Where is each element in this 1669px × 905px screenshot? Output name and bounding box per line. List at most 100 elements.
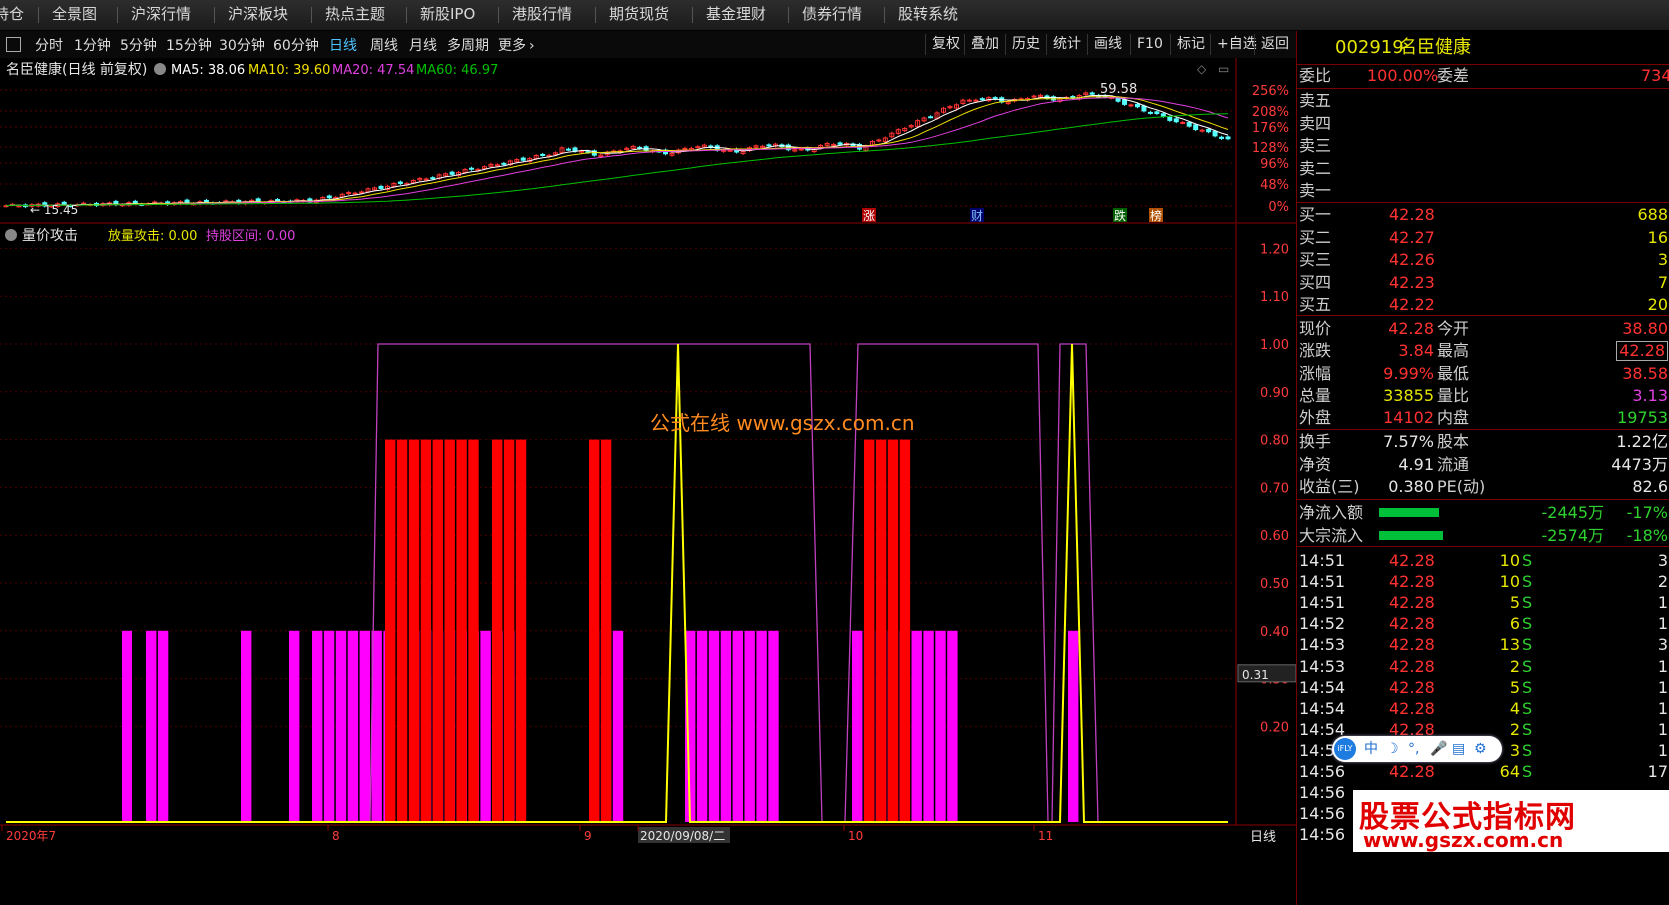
candle-body (449, 171, 455, 175)
gear-icon[interactable]: ⚙ (1474, 739, 1487, 759)
moon-icon[interactable]: ☽ (1386, 739, 1399, 759)
period-tab[interactable]: 30分钟 (219, 35, 265, 55)
nav-item[interactable]: 沪深行情 (131, 0, 191, 30)
x-axis-label: 9 (584, 829, 592, 843)
period-tab[interactable]: 5分钟 (120, 35, 157, 55)
candle-body (992, 97, 998, 100)
indicator-tick: 1.00 (1260, 338, 1289, 353)
period-tab[interactable]: 分时 (35, 35, 63, 55)
ask-label: 卖四 (1299, 113, 1332, 133)
bid-row[interactable]: 买三 42.26 3 (1297, 249, 1669, 271)
tool-button[interactable]: F10 (1130, 34, 1169, 55)
ask-row[interactable]: 卖五 (1297, 90, 1669, 112)
ime-floating-bar[interactable]: iFLY 中 ☽ °, 🎤 ▤ ⚙ (1332, 736, 1502, 762)
nav-item[interactable]: 新股IPO (420, 0, 475, 30)
tool-button[interactable]: 画线 (1087, 34, 1128, 55)
kline-panel[interactable]: 名臣健康(日线 前复权) MA5: 38.06 MA10: 39.60 MA20: 4… (0, 58, 1296, 224)
bid-price: 42.22 (1389, 295, 1435, 314)
settings-icon[interactable] (154, 63, 166, 75)
nav-item[interactable]: 持仓 (0, 0, 24, 30)
x-axis-label: 10 (848, 829, 863, 843)
nav-item[interactable]: 沪深板块 (228, 0, 288, 30)
diamond-icon[interactable]: ◇ (1197, 62, 1207, 76)
tool-button[interactable]: 标记 (1170, 34, 1211, 55)
bid-row[interactable]: 买一 42.28 688 (1297, 204, 1669, 226)
bid-label: 买二 (1299, 227, 1332, 247)
nav-item[interactable]: 港股行情 (512, 0, 572, 30)
candle-body (766, 144, 772, 147)
candle-body (837, 142, 843, 145)
period-label: 日线 (1250, 830, 1276, 845)
hold-bar (696, 630, 708, 822)
period-tab[interactable]: 多周期 (447, 35, 489, 55)
period-tab[interactable]: 更多 › (498, 35, 535, 55)
tick-price: 42.28 (1389, 614, 1435, 634)
tool-button[interactable]: 返回 (1254, 34, 1295, 55)
stat-value: 42.28 (1616, 341, 1668, 362)
hold-bar (480, 630, 491, 822)
tool-button[interactable]: 复权 (925, 34, 966, 55)
indicator-tick: 0.70 (1260, 481, 1289, 496)
candle-body (798, 148, 804, 151)
nav-item[interactable]: 债券行情 (802, 0, 862, 30)
ifly-logo-icon[interactable]: iFLY (1334, 738, 1356, 760)
nav-item[interactable]: 基金理财 (706, 0, 766, 30)
tick-price: 42.28 (1389, 677, 1435, 697)
punctuation-icon[interactable]: °, (1408, 739, 1419, 759)
tick-time: 14:52 (1299, 614, 1346, 634)
chinese-mode-icon[interactable]: 中 (1364, 739, 1378, 759)
nav-item[interactable]: 股转系统 (898, 0, 958, 30)
ma-legend: MA10: 39.60 (248, 63, 330, 78)
attack-bar (503, 439, 515, 822)
bid-volume: 3 (1657, 250, 1668, 269)
period-tab[interactable]: 周线 (370, 35, 398, 55)
event-marker-label: 财 (971, 209, 983, 223)
watermark-url: www.gszx.com.cn (1363, 828, 1564, 852)
tick-price: 42.28 (1389, 572, 1435, 592)
ask-row[interactable]: 卖四 (1297, 113, 1669, 135)
fund-row: 收益(三) 0.380 PE(动) 82.6 (1297, 476, 1669, 498)
tool-button[interactable]: 历史 (1005, 34, 1046, 55)
stat-label: 今开 (1437, 319, 1470, 338)
bid-row[interactable]: 买二 42.27 16 (1297, 227, 1669, 249)
sidebar-toggle-icon[interactable] (6, 37, 21, 52)
tick-side: S (1522, 740, 1533, 760)
ask-row[interactable]: 卖二 (1297, 158, 1669, 180)
period-tab[interactable]: 60分钟 (273, 35, 319, 55)
tick-volume: 64 (1499, 762, 1520, 781)
tick-side: S (1522, 677, 1533, 697)
microphone-icon[interactable]: 🎤 (1430, 739, 1447, 759)
flow-bar (1379, 530, 1443, 540)
tick-time: 14:53 (1299, 635, 1346, 655)
hold-bar (347, 630, 359, 822)
period-tab[interactable]: 月线 (409, 35, 437, 55)
candle-body (1147, 111, 1153, 114)
nav-item[interactable]: 热点主题 (325, 0, 385, 30)
flow-pct: -17% (1626, 503, 1668, 522)
ask-row[interactable]: 卖一 (1297, 180, 1669, 202)
nav-separator (884, 7, 885, 23)
nav-item[interactable]: 期货现货 (609, 0, 669, 30)
period-tab[interactable]: 日线 (329, 35, 357, 55)
ask-label: 卖三 (1299, 136, 1332, 155)
flow-bar (1379, 508, 1439, 517)
expand-icon[interactable]: ▭ (1218, 62, 1229, 76)
bid-row[interactable]: 买五 42.22 20 (1297, 294, 1669, 316)
x-axis-label: 11 (1038, 829, 1053, 843)
keyboard-icon[interactable]: ▤ (1452, 739, 1465, 759)
nav-item[interactable]: 全景图 (52, 0, 97, 30)
period-tab[interactable]: 15分钟 (166, 35, 212, 55)
tool-button[interactable]: 叠加 (964, 34, 1005, 55)
indicator-menu-icon[interactable] (5, 229, 17, 241)
stat-row: 外盘 14102 内盘 19753 (1297, 407, 1669, 429)
candle-body (759, 145, 765, 148)
bid-row[interactable]: 买四 42.23 7 (1297, 272, 1669, 294)
candle-body (578, 150, 584, 153)
chart-area[interactable]: 名臣健康(日线 前复权) MA5: 38.06 MA10: 39.60 MA20: 4… (0, 58, 1296, 905)
candle-body (1212, 130, 1218, 137)
tick-volume: 5 (1509, 593, 1520, 613)
bid-volume: 16 (1647, 227, 1668, 247)
tool-button[interactable]: 统计 (1046, 34, 1087, 55)
ask-row[interactable]: 卖三 (1297, 135, 1669, 157)
period-tab[interactable]: 1分钟 (74, 35, 111, 55)
